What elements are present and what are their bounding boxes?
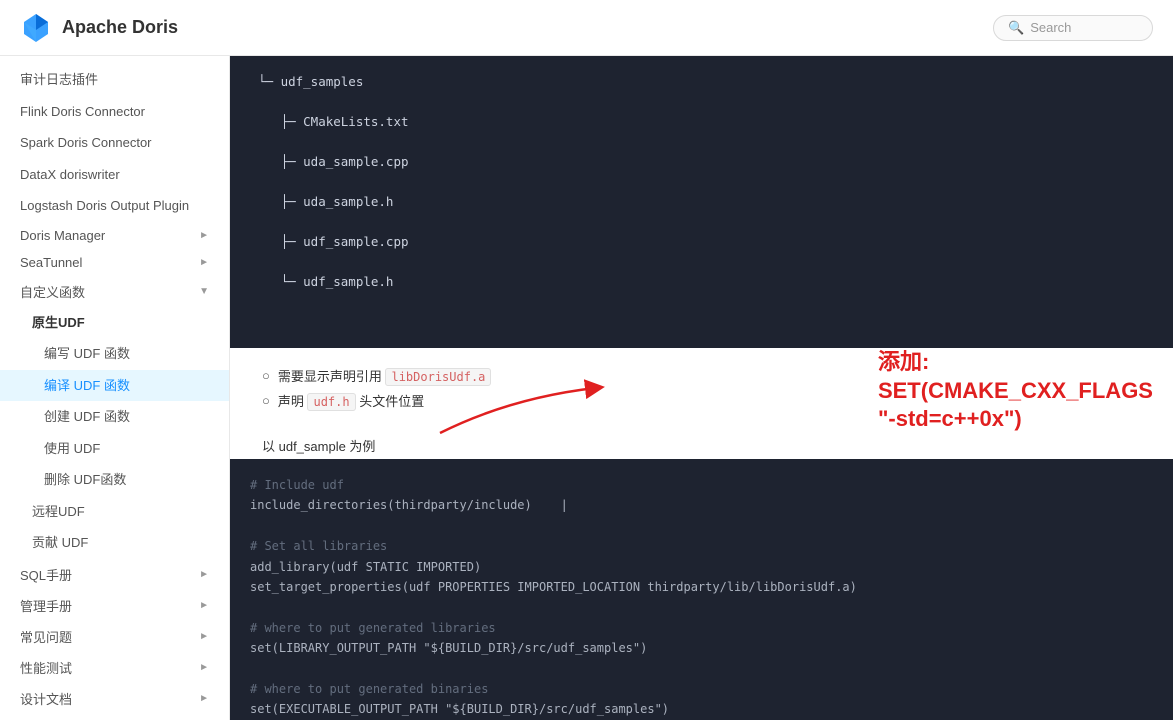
sidebar-item-compile-udf[interactable]: 编译 UDF 函数 xyxy=(0,370,229,402)
chevron-right-icon: ► xyxy=(199,230,209,241)
apache-doris-logo-icon xyxy=(20,12,52,44)
sidebar-item-delete-udf[interactable]: 删除 UDF函数 xyxy=(0,464,229,496)
chevron-right-icon: ► xyxy=(199,257,209,268)
sidebar-item-create-udf[interactable]: 创建 UDF 函数 xyxy=(0,401,229,433)
sidebar-item-remote-udf[interactable]: 远程UDF xyxy=(0,496,229,528)
inline-code-libdoris: libDorisUdf.a xyxy=(385,368,491,386)
sidebar-item-sql-manual[interactable]: SQL手册 ► xyxy=(0,559,229,590)
sidebar-item-doris-users[interactable]: Doris用户 ► xyxy=(0,714,229,720)
app-title: Apache Doris xyxy=(62,17,178,38)
sidebar-item-contribute-udf[interactable]: 贡献 UDF xyxy=(0,527,229,559)
search-box[interactable]: 🔍 Search xyxy=(993,15,1153,41)
sidebar-item-doris-manager[interactable]: Doris Manager ► xyxy=(0,222,229,249)
sidebar-item-datax[interactable]: DataX doriswriter xyxy=(0,159,229,191)
body: 审计日志插件 Flink Doris Connector Spark Doris… xyxy=(0,56,1173,720)
inline-code-udfh: udf.h xyxy=(307,393,355,411)
sidebar-item-use-udf[interactable]: 使用 UDF xyxy=(0,433,229,465)
chevron-right-icon: ► xyxy=(199,600,209,611)
sidebar-section-native-udf: 原生UDF xyxy=(0,307,229,339)
header-logo: Apache Doris xyxy=(20,12,178,44)
chevron-right-icon: ► xyxy=(199,693,209,704)
header: Apache Doris 🔍 Search xyxy=(0,0,1173,56)
example-label: 以 udf_sample 为例 xyxy=(230,428,1173,459)
sidebar: 审计日志插件 Flink Doris Connector Spark Doris… xyxy=(0,56,230,720)
sidebar-item-admin-manual[interactable]: 管理手册 ► xyxy=(0,590,229,621)
sidebar-item-perf-test[interactable]: 性能测试 ► xyxy=(0,652,229,683)
file-tree-code-block: └─ udf_samples ├─ CMakeLists.txt ├─ uda_… xyxy=(230,56,1173,348)
chevron-right-icon: ► xyxy=(199,662,209,673)
bullet-item-2: ○ 声明 udf.h 头文件位置 xyxy=(262,391,1141,410)
sidebar-item-logstash[interactable]: Logstash Doris Output Plugin xyxy=(0,190,229,222)
search-icon: 🔍 xyxy=(1008,20,1024,36)
sidebar-item-flink-connector[interactable]: Flink Doris Connector xyxy=(0,96,229,128)
sidebar-item-audit-plugin[interactable]: 审计日志插件 xyxy=(0,64,229,96)
chevron-down-icon: ▼ xyxy=(199,286,209,297)
sidebar-item-spark-connector[interactable]: Spark Doris Connector xyxy=(0,127,229,159)
cmake-code-block: # Include udf include_directories(thirdp… xyxy=(230,459,1173,720)
annotation-area: ○ 需要显示声明引用 libDorisUdf.a ○ 声明 udf.h 头文件位… xyxy=(230,348,1173,428)
sidebar-item-custom-fn[interactable]: 自定义函数 ▼ xyxy=(0,276,229,307)
sidebar-item-faq[interactable]: 常见问题 ► xyxy=(0,621,229,652)
chevron-right-icon: ► xyxy=(199,631,209,642)
sidebar-item-seatunnel[interactable]: SeaTunnel ► xyxy=(0,249,229,276)
bullet-item-1: ○ 需要显示声明引用 libDorisUdf.a xyxy=(262,366,1141,385)
main-content: └─ udf_samples ├─ CMakeLists.txt ├─ uda_… xyxy=(230,56,1173,720)
search-placeholder: Search xyxy=(1030,20,1071,35)
sidebar-item-write-udf[interactable]: 编写 UDF 函数 xyxy=(0,338,229,370)
sidebar-item-design-docs[interactable]: 设计文档 ► xyxy=(0,683,229,714)
chevron-right-icon: ► xyxy=(199,569,209,580)
